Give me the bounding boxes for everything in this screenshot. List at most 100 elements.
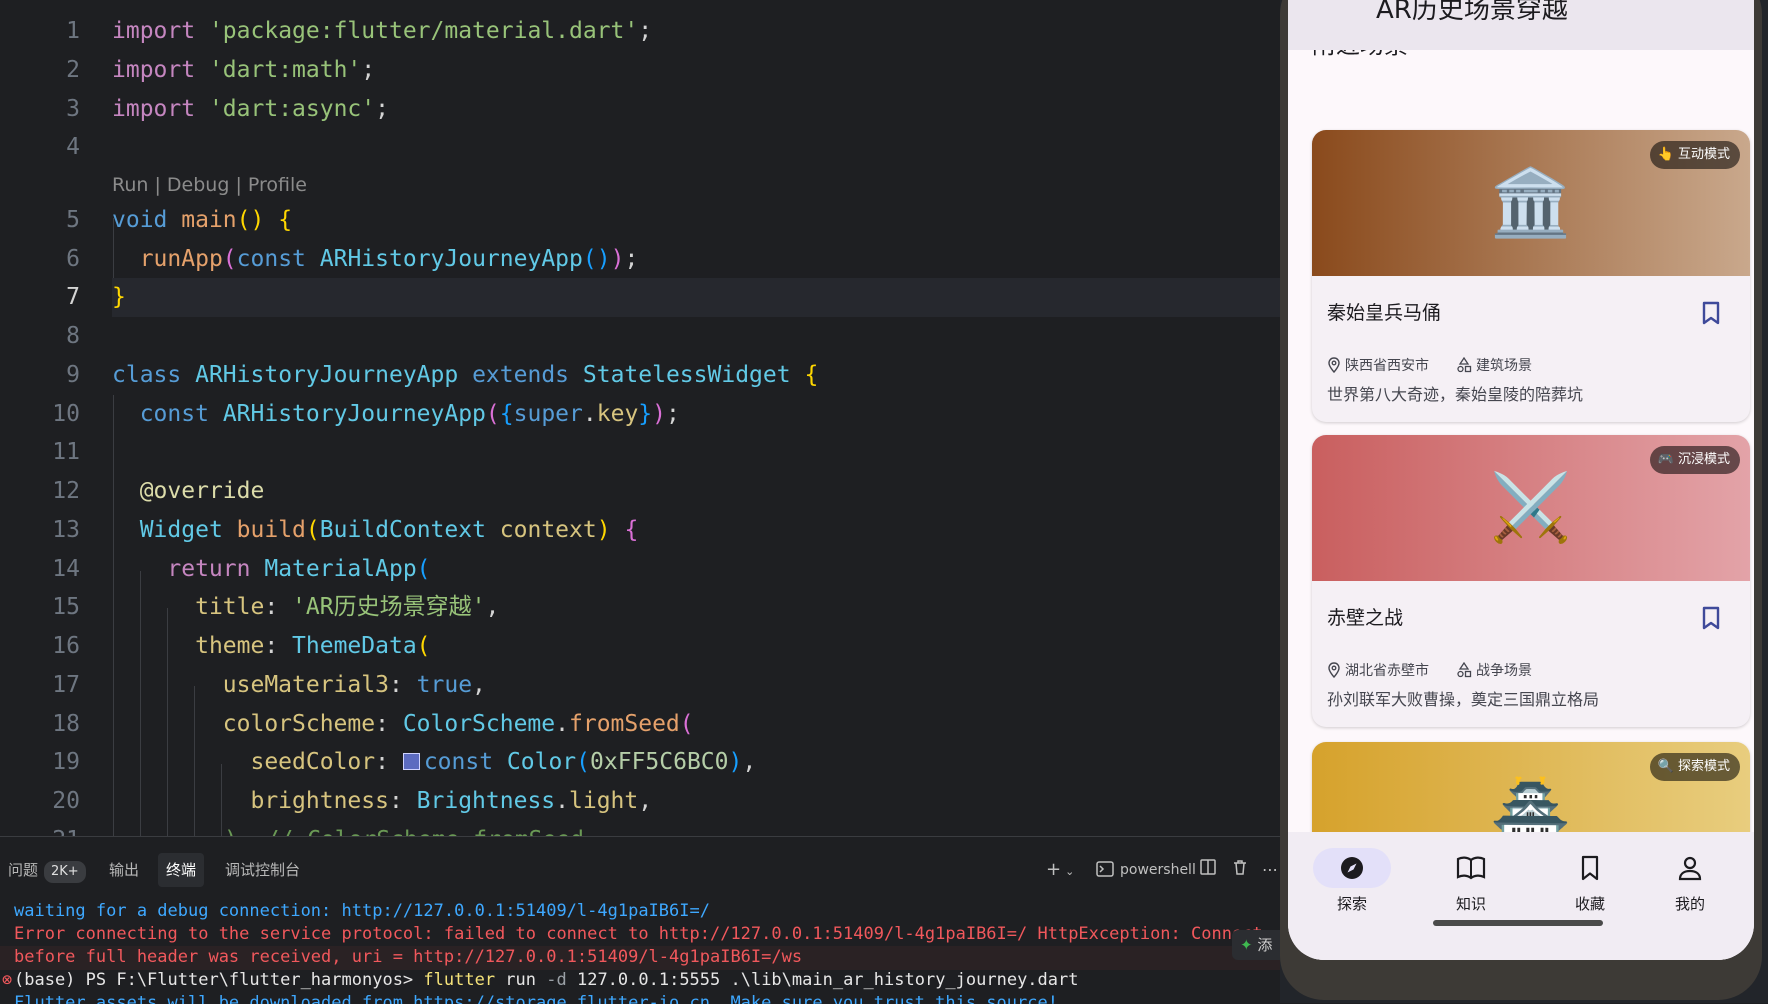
- line-number: 3: [66, 96, 80, 122]
- device-preview: 附近场景 AR历史场景穿越 🏛️ 👆 互动模式 秦始皇兵马俑 陕西省西安市: [1280, 0, 1768, 1003]
- code-text: runApp(const ARHistoryJourneyApp());: [139, 246, 639, 272]
- line-number: 9: [66, 362, 80, 388]
- codelens-run[interactable]: Run: [112, 174, 148, 196]
- bookmark-icon[interactable]: [1696, 298, 1726, 328]
- pointer-icon: 👆: [1657, 147, 1674, 162]
- code-line[interactable]: 9 class ARHistoryJourneyApp extends Stat…: [0, 356, 1280, 395]
- nav-knowledge[interactable]: 知识: [1412, 848, 1530, 928]
- code-text: import 'dart:async';: [112, 96, 389, 122]
- line-number: 4: [66, 134, 80, 160]
- problems-count-badge: 2K+: [44, 861, 86, 883]
- line-number: 14: [52, 556, 80, 582]
- scene-description: 孙刘联军大败曹操，奠定三国鼎立格局: [1327, 690, 1600, 709]
- nav-indicator: [1651, 848, 1729, 888]
- code-line[interactable]: 18 colorScheme: ColorScheme.fromSeed(: [0, 705, 1280, 744]
- new-terminal-button[interactable]: + ⌄: [1046, 857, 1074, 885]
- split-terminal-button[interactable]: [1200, 857, 1216, 883]
- nav-explore[interactable]: 探索: [1293, 848, 1411, 928]
- code-line[interactable]: 8: [0, 317, 1280, 356]
- home-indicator[interactable]: [1433, 920, 1603, 926]
- copilot-chip-label: 添: [1257, 936, 1273, 954]
- code-line[interactable]: 10 const ARHistoryJourneyApp({super.key}…: [0, 395, 1280, 434]
- nav-explore-label: 探索: [1336, 895, 1367, 913]
- line-number: 19: [52, 749, 80, 775]
- code-line[interactable]: 20 brightness: Brightness.light,: [0, 782, 1280, 821]
- tab-problems-label: 问题: [8, 861, 39, 879]
- code-line[interactable]: 15 title: 'AR历史场景穿越',: [0, 588, 1280, 627]
- tab-terminal[interactable]: 终端: [158, 853, 205, 887]
- nav-indicator: [1551, 848, 1629, 888]
- split-icon: [1200, 859, 1216, 875]
- mode-badge: 👆 互动模式: [1649, 141, 1740, 169]
- scene-card[interactable]: 🏛️ 👆 互动模式 秦始皇兵马俑 陕西省西安市 建筑场景 世界第八大奇迹，秦始皇…: [1312, 130, 1750, 422]
- code-line[interactable]: 12 @override: [0, 472, 1280, 511]
- nav-me[interactable]: 我的: [1631, 848, 1749, 928]
- code-line[interactable]: 19 seedColor: const Color(0xFF5C6BC0),: [0, 743, 1280, 782]
- nav-indicator: [1313, 848, 1391, 888]
- code-line[interactable]: 1 import 'package:flutter/material.dart'…: [0, 12, 1280, 51]
- nav-indicator: [1432, 848, 1510, 888]
- plus-icon: +: [1046, 859, 1062, 880]
- code-line[interactable]: 17 useMaterial3: true,: [0, 666, 1280, 705]
- terminal-output[interactable]: waiting for a debug connection: http://1…: [0, 899, 1280, 1004]
- code-text: void main() {: [112, 207, 293, 233]
- code-line[interactable]: 21 ), // ColorScheme.fromSeed: [0, 821, 1280, 836]
- line-number: 15: [52, 594, 80, 620]
- code-line[interactable]: 11: [0, 433, 1280, 472]
- terminal-shell-selector[interactable]: powershell: [1096, 857, 1196, 883]
- code-editor[interactable]: Run | Debug | Profile 1 import 'package:…: [0, 0, 1280, 836]
- line-number: 5: [66, 207, 80, 233]
- nav-knowledge-label: 知识: [1455, 895, 1486, 913]
- code-text: theme: ThemeData(: [195, 633, 431, 659]
- code-line[interactable]: 5 void main() {: [0, 201, 1280, 240]
- line-number: 20: [52, 788, 80, 814]
- code-text: Widget build(BuildContext context) {: [139, 517, 639, 543]
- code-text: class ARHistoryJourneyApp extends Statel…: [112, 362, 819, 388]
- person-icon: [1678, 856, 1702, 881]
- code-text: @override: [139, 478, 265, 504]
- app-title: AR历史场景穿越: [1376, 0, 1568, 25]
- terminal-icon: [1096, 861, 1114, 877]
- line-number: 18: [52, 711, 80, 737]
- code-line[interactable]: 13 Widget build(BuildContext context) {: [0, 511, 1280, 550]
- code-text: const ARHistoryJourneyApp({super.key});: [139, 401, 680, 427]
- code-line[interactable]: 14 return MaterialApp(: [0, 550, 1280, 589]
- location-pin-icon: [1328, 357, 1340, 374]
- terminal-prompt-line: ⊗ (base) PS F:\Flutter\flutter_harmonyos>…: [2, 970, 1079, 990]
- code-line[interactable]: 2 import 'dart:math';: [0, 51, 1280, 90]
- code-line[interactable]: 3 import 'dart:async';: [0, 90, 1280, 129]
- codelens-profile[interactable]: Profile: [248, 174, 307, 196]
- bookmark-icon[interactable]: [1696, 603, 1726, 633]
- mode-badge: 🔍 探索模式: [1649, 753, 1740, 781]
- bottom-navigation: 探索 知识 收藏 我的: [1288, 832, 1754, 960]
- line-number: 16: [52, 633, 80, 659]
- scene-category: 战争场景: [1456, 661, 1532, 681]
- code-line[interactable]: 4: [0, 128, 1280, 167]
- category-icon: [1457, 661, 1472, 678]
- codelens: Run | Debug | Profile: [112, 174, 307, 196]
- code-text: import 'package:flutter/material.dart';: [112, 18, 653, 44]
- code-text: title: 'AR历史场景穿越',: [195, 594, 500, 620]
- line-number: 13: [52, 517, 80, 543]
- color-swatch-icon[interactable]: [402, 753, 420, 770]
- code-text: import 'dart:math';: [112, 57, 376, 83]
- tab-problems[interactable]: 问题 2K+: [0, 853, 94, 887]
- card-hero-image: 🏛️ 👆 互动模式: [1312, 130, 1750, 276]
- line-number: 6: [66, 246, 80, 272]
- scene-category: 建筑场景: [1456, 356, 1532, 376]
- card-hero-image: ⚔️ 🎮 沉浸模式: [1312, 435, 1750, 581]
- code-line[interactable]: 6 runApp(const ARHistoryJourneyApp());: [0, 240, 1280, 279]
- kill-terminal-button[interactable]: [1232, 857, 1248, 883]
- location-pin-icon: [1328, 662, 1340, 679]
- tab-debug-console[interactable]: 调试控制台: [217, 853, 308, 887]
- scene-location: 陕西省西安市: [1327, 356, 1429, 376]
- code-line[interactable]: 7 }: [0, 278, 1280, 317]
- phone-frame: 附近场景 AR历史场景穿越 🏛️ 👆 互动模式 秦始皇兵马俑 陕西省西安市: [1280, 0, 1762, 1000]
- codelens-debug[interactable]: Debug: [167, 174, 229, 196]
- tab-output[interactable]: 输出: [101, 853, 147, 887]
- code-line[interactable]: 16 theme: ThemeData(: [0, 627, 1280, 666]
- scene-card[interactable]: ⚔️ 🎮 沉浸模式 赤壁之战 湖北省赤壁市 战争场景 孙刘联军大败曹操，奠定三国…: [1312, 435, 1750, 727]
- more-actions-button[interactable]: ⋯: [1262, 857, 1278, 883]
- phone-screen: 附近场景 AR历史场景穿越 🏛️ 👆 互动模式 秦始皇兵马俑 陕西省西安市: [1288, 0, 1754, 960]
- code-text: useMaterial3: true,: [222, 672, 486, 698]
